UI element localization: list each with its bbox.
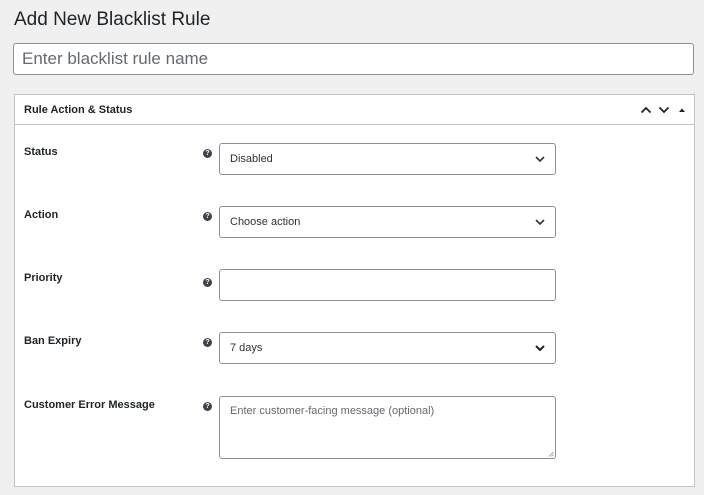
ban-expiry-label: Ban Expiry [24, 335, 82, 347]
metabox-header: Rule Action & Status [15, 95, 694, 125]
ban-expiry-help-icon[interactable]: ? [203, 338, 212, 347]
action-selected-value: Choose action [230, 216, 301, 228]
page-title: Add New Blacklist Rule [14, 9, 211, 30]
error-message-label: Customer Error Message [24, 399, 155, 411]
action-help-icon[interactable]: ? [203, 212, 212, 221]
toggle-panel-icon [679, 108, 685, 112]
status-help-icon[interactable]: ? [203, 149, 212, 158]
ban-expiry-selected-value: 7 days [230, 342, 263, 354]
chevron-down-icon [535, 156, 545, 162]
move-down-button[interactable] [656, 102, 672, 118]
move-up-button[interactable] [638, 102, 654, 118]
move-down-icon [658, 106, 670, 113]
rule-action-status-metabox: Rule Action & Status Status ? Disabled A… [14, 94, 695, 487]
priority-help-icon[interactable]: ? [203, 278, 212, 287]
metabox-handle-actions [636, 102, 694, 118]
error-message-textarea[interactable]: Enter customer-facing message (optional) [219, 396, 556, 459]
action-select[interactable]: Choose action [219, 206, 556, 238]
error-message-help-icon[interactable]: ? [203, 402, 212, 411]
status-select[interactable]: Disabled [219, 143, 556, 175]
metabox-title: Rule Action & Status [24, 103, 133, 116]
rule-name-input[interactable] [13, 43, 694, 75]
status-selected-value: Disabled [230, 153, 273, 165]
action-label: Action [24, 209, 59, 221]
toggle-panel-button[interactable] [674, 102, 690, 118]
chevron-down-icon [535, 345, 545, 351]
move-up-icon [640, 106, 652, 113]
priority-input[interactable] [219, 269, 556, 301]
chevron-down-icon [535, 219, 545, 225]
ban-expiry-select[interactable]: 7 days [219, 332, 556, 364]
error-message-placeholder: Enter customer-facing message (optional) [230, 405, 435, 417]
priority-label: Priority [24, 272, 63, 284]
status-label: Status [24, 146, 58, 158]
resize-grip-icon[interactable] [548, 451, 554, 457]
